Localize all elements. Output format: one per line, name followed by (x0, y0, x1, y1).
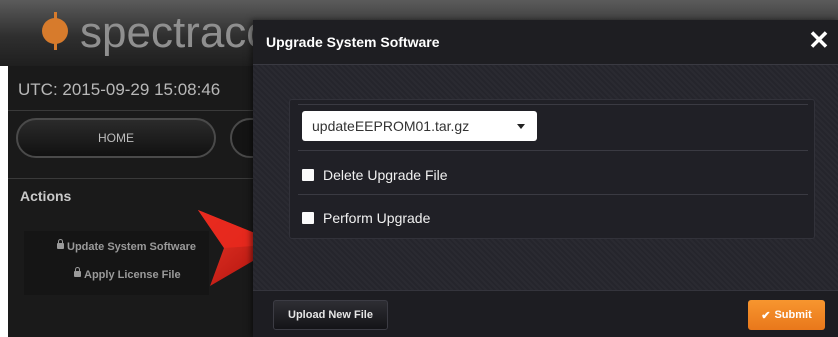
home-button[interactable]: HOME (16, 118, 216, 158)
screen: spectracom UTC: 2015-09-29 15:08:46 HOME… (0, 0, 838, 337)
action-label: Apply License File (84, 269, 181, 281)
action-label: Update System Software (67, 241, 196, 253)
submit-button[interactable]: ✔ Submit (748, 300, 825, 330)
lock-icon (74, 267, 81, 277)
divider (8, 178, 253, 179)
divider (298, 194, 808, 195)
checkbox-label: Delete Upgrade File (323, 167, 448, 183)
selected-file: updateEEPROM01.tar.gz (312, 118, 470, 134)
lock-icon (57, 239, 64, 249)
checkbox-box[interactable] (302, 212, 314, 224)
submit-label: Submit (774, 309, 812, 321)
dialog-body: updateEEPROM01.tar.gz Delete Upgrade Fil… (253, 65, 838, 290)
actions-heading: Actions (20, 188, 72, 204)
checkbox-label: Perform Upgrade (323, 210, 431, 226)
upgrade-options-panel: updateEEPROM01.tar.gz Delete Upgrade Fil… (289, 99, 815, 239)
close-icon[interactable]: ✕ (806, 26, 832, 54)
upload-new-file-button[interactable]: Upload New File (273, 300, 388, 330)
upgrade-file-select[interactable]: updateEEPROM01.tar.gz (302, 111, 537, 141)
check-icon: ✔ (761, 309, 771, 322)
delete-upgrade-file-checkbox[interactable]: Delete Upgrade File (302, 167, 448, 183)
dialog-footer: Upload New File ✔ Submit (253, 290, 838, 337)
spectracom-logo-icon (42, 12, 68, 50)
divider (8, 110, 253, 111)
sidebar: UTC: 2015-09-29 15:08:46 HOME Actions Up… (8, 66, 290, 337)
divider (298, 104, 808, 105)
actions-list: Update System Software Apply License Fil… (24, 231, 209, 295)
update-system-software-link[interactable]: Update System Software (57, 239, 196, 253)
caret-down-icon (517, 124, 525, 129)
perform-upgrade-checkbox[interactable]: Perform Upgrade (302, 210, 430, 226)
apply-license-file-link[interactable]: Apply License File (74, 267, 181, 281)
utc-clock: UTC: 2015-09-29 15:08:46 (18, 80, 221, 99)
divider (298, 150, 808, 151)
dialog-header: Upgrade System Software ✕ (253, 20, 838, 65)
dialog-title: Upgrade System Software (266, 34, 440, 50)
upgrade-dialog: Upgrade System Software ✕ updateEEPROM01… (253, 20, 838, 337)
checkbox-box[interactable] (302, 169, 314, 181)
